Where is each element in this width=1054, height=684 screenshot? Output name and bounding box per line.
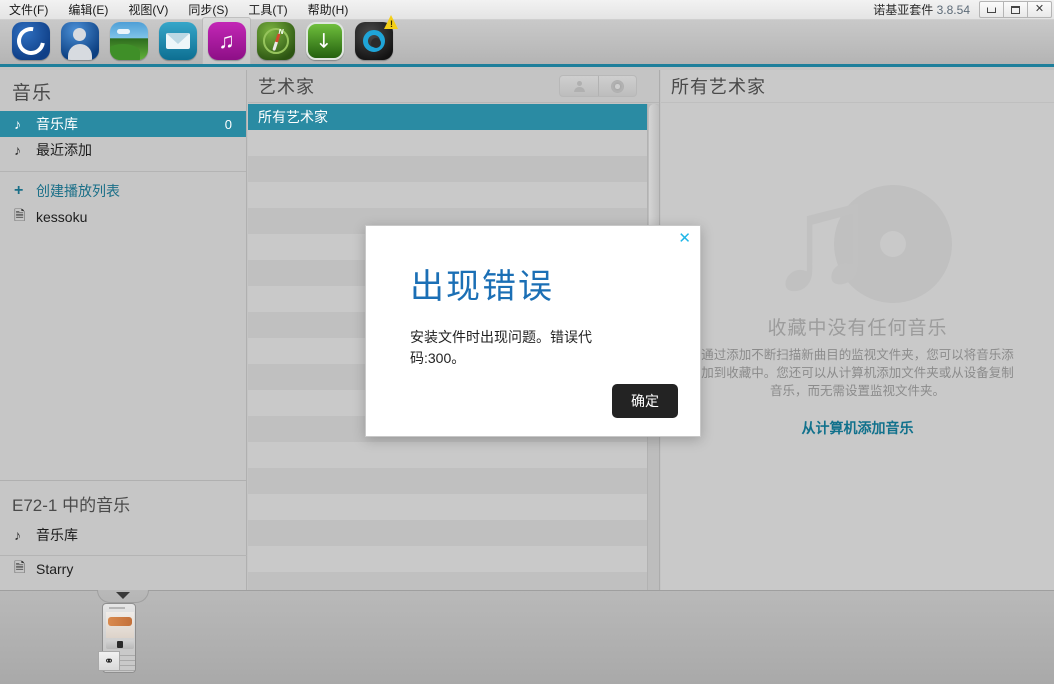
artists-list-item[interactable]	[248, 182, 647, 208]
artists-list-item[interactable]	[248, 572, 647, 590]
title-bar-right: 诺基亚套件 3.8.54 ✕	[873, 0, 1054, 20]
menu-view[interactable]: 视图(V)	[125, 2, 171, 18]
sidebar-item-label: 创建播放列表	[36, 183, 120, 199]
artists-list-item[interactable]	[248, 442, 647, 468]
messages-icon	[158, 21, 197, 60]
sidebar-item-playlist-kessoku[interactable]: 🗎 kessoku	[0, 204, 246, 230]
download-arrow-icon: ↘	[305, 21, 344, 60]
sidebar-item-label: 音乐库	[36, 116, 78, 132]
toolbar-item-photos[interactable]	[104, 17, 153, 64]
artist-view-icon[interactable]	[560, 76, 598, 96]
music-icon: ♫	[207, 22, 246, 60]
sidebar-device-header: E72-1 中的音乐	[0, 480, 247, 522]
sidebar-item-count: 0	[224, 116, 232, 132]
app-title: 诺基亚套件 3.8.54	[873, 1, 970, 18]
toolbar-item-maps[interactable]: N	[251, 17, 300, 64]
contacts-icon	[60, 21, 99, 60]
dialog-message: 安装文件时出现问题。错误代码:300。	[410, 329, 592, 366]
toolbar-item-software-update[interactable]: !	[349, 15, 399, 64]
artists-header: 艺术家	[248, 70, 659, 103]
app-toolbar: ♫ N ↘ !	[0, 15, 1054, 67]
minimize-button[interactable]	[979, 1, 1004, 18]
album-view-icon[interactable]	[598, 76, 636, 96]
dialog-title: 出现错误	[410, 267, 554, 307]
collapse-panel-button[interactable]	[97, 590, 149, 603]
nokia-phone-icon: NOKIA ⚭	[98, 603, 140, 675]
dialog-close-icon[interactable]: ✕	[678, 231, 691, 246]
toolbar-item-ovi[interactable]	[6, 17, 55, 64]
note-icon: ♪	[14, 527, 21, 543]
plus-icon: +	[14, 182, 24, 199]
empty-state: ♫ 收藏中没有任何音乐 通过添加不断扫描新曲目的监视文件夹，您可以将音乐添加到收…	[661, 103, 1054, 590]
sidebar-item-label: Starry	[36, 561, 74, 577]
recent-note-icon: ♪	[14, 142, 21, 158]
note-icon: ♪	[14, 116, 21, 132]
artists-list-item[interactable]	[248, 468, 647, 494]
nokia-suite-window: 文件(F) 编辑(E) 视图(V) 同步(S) 工具(T) 帮助(H) 诺基亚套…	[0, 0, 1054, 684]
music-note-watermark-icon: ♫	[758, 161, 958, 311]
app-title-text: 诺基亚套件	[873, 3, 934, 17]
ovi-logo-icon	[11, 21, 50, 60]
sidebar-device-item-starry[interactable]: 🗎 Starry	[0, 556, 247, 582]
maps-compass-icon: N	[256, 21, 295, 60]
minimize-icon	[987, 6, 996, 13]
menu-bar: 文件(F) 编辑(E) 视图(V) 同步(S) 工具(T) 帮助(H)	[0, 2, 351, 18]
player-bar: NOKIA ⚭ E72-1 ♫ Dospy诺基 🔊 ◀ ▶▮	[0, 590, 1054, 684]
usb-icon: ⚭	[98, 651, 120, 671]
toolbar-item-downloads[interactable]: ↘	[300, 17, 349, 64]
chevron-down-icon	[116, 592, 130, 599]
artists-list-item[interactable]: 所有艺术家	[248, 104, 647, 130]
artists-list-item[interactable]	[248, 520, 647, 546]
sidebar: 音乐 ♪ 音乐库 0 ♪ 最近添加 + 创建播放列表 🗎 kessoku E72…	[0, 70, 247, 590]
sidebar-device-item-music-library[interactable]: ♪ 音乐库	[0, 522, 247, 548]
toolbar-item-music[interactable]: ♫	[202, 17, 251, 64]
sidebar-device-section: E72-1 中的音乐 ♪ 音乐库 🗎 Starry	[0, 480, 247, 590]
sidebar-item-label: 音乐库	[36, 527, 78, 543]
sidebar-item-label: 最近添加	[36, 142, 92, 158]
dialog-ok-button[interactable]: 确定	[612, 384, 678, 418]
artists-list-item-label: 所有艺术家	[258, 109, 328, 125]
menu-file[interactable]: 文件(F)	[6, 2, 51, 18]
menu-help[interactable]: 帮助(H)	[305, 2, 352, 18]
sidebar-item-music-library[interactable]: ♪ 音乐库 0	[0, 111, 246, 137]
detail-header: 所有艺术家	[661, 70, 1054, 103]
empty-state-body: 通过添加不断扫描新曲目的监视文件夹，您可以将音乐添加到收藏中。您还可以从计算机添…	[701, 348, 1014, 398]
artists-title: 艺术家	[258, 77, 315, 97]
playlist-icon: 🗎	[14, 559, 26, 575]
close-icon: ✕	[1034, 3, 1045, 15]
sidebar-item-recently-added[interactable]: ♪ 最近添加	[0, 137, 246, 163]
add-music-from-computer-link[interactable]: 从计算机添加音乐	[802, 418, 914, 438]
artists-list-item[interactable]	[248, 546, 647, 572]
artists-list-item[interactable]	[248, 130, 647, 156]
window-buttons: ✕	[979, 1, 1052, 18]
view-toggle-group	[559, 75, 637, 97]
toolbar-item-messages[interactable]	[153, 17, 202, 64]
toolbar-item-contacts[interactable]	[55, 17, 104, 64]
artists-list-item[interactable]	[248, 494, 647, 520]
detail-panel: 所有艺术家 ♫ 收藏中没有任何音乐 通过添加不断扫描新曲目的监视文件夹，您可以将…	[661, 70, 1054, 590]
warning-badge-icon: !	[384, 15, 399, 29]
maximize-button[interactable]	[1003, 1, 1028, 18]
error-dialog: ✕ 出现错误 安装文件时出现问题。错误代码:300。 确定	[365, 225, 701, 437]
sidebar-item-label: kessoku	[36, 209, 88, 225]
detail-title: 所有艺术家	[671, 77, 766, 97]
playlist-icon: 🗎	[14, 207, 26, 223]
menu-sync[interactable]: 同步(S)	[185, 2, 231, 18]
photos-icon	[109, 21, 148, 60]
sidebar-item-create-playlist[interactable]: + 创建播放列表	[0, 178, 246, 204]
menu-edit[interactable]: 编辑(E)	[65, 2, 111, 18]
sidebar-divider	[0, 171, 246, 172]
sidebar-header: 音乐	[12, 83, 53, 104]
close-button[interactable]: ✕	[1027, 1, 1052, 18]
app-version: 3.8.54	[936, 3, 970, 17]
artists-list-item[interactable]	[248, 156, 647, 182]
maximize-icon	[1011, 5, 1020, 14]
menu-tools[interactable]: 工具(T)	[245, 2, 290, 18]
